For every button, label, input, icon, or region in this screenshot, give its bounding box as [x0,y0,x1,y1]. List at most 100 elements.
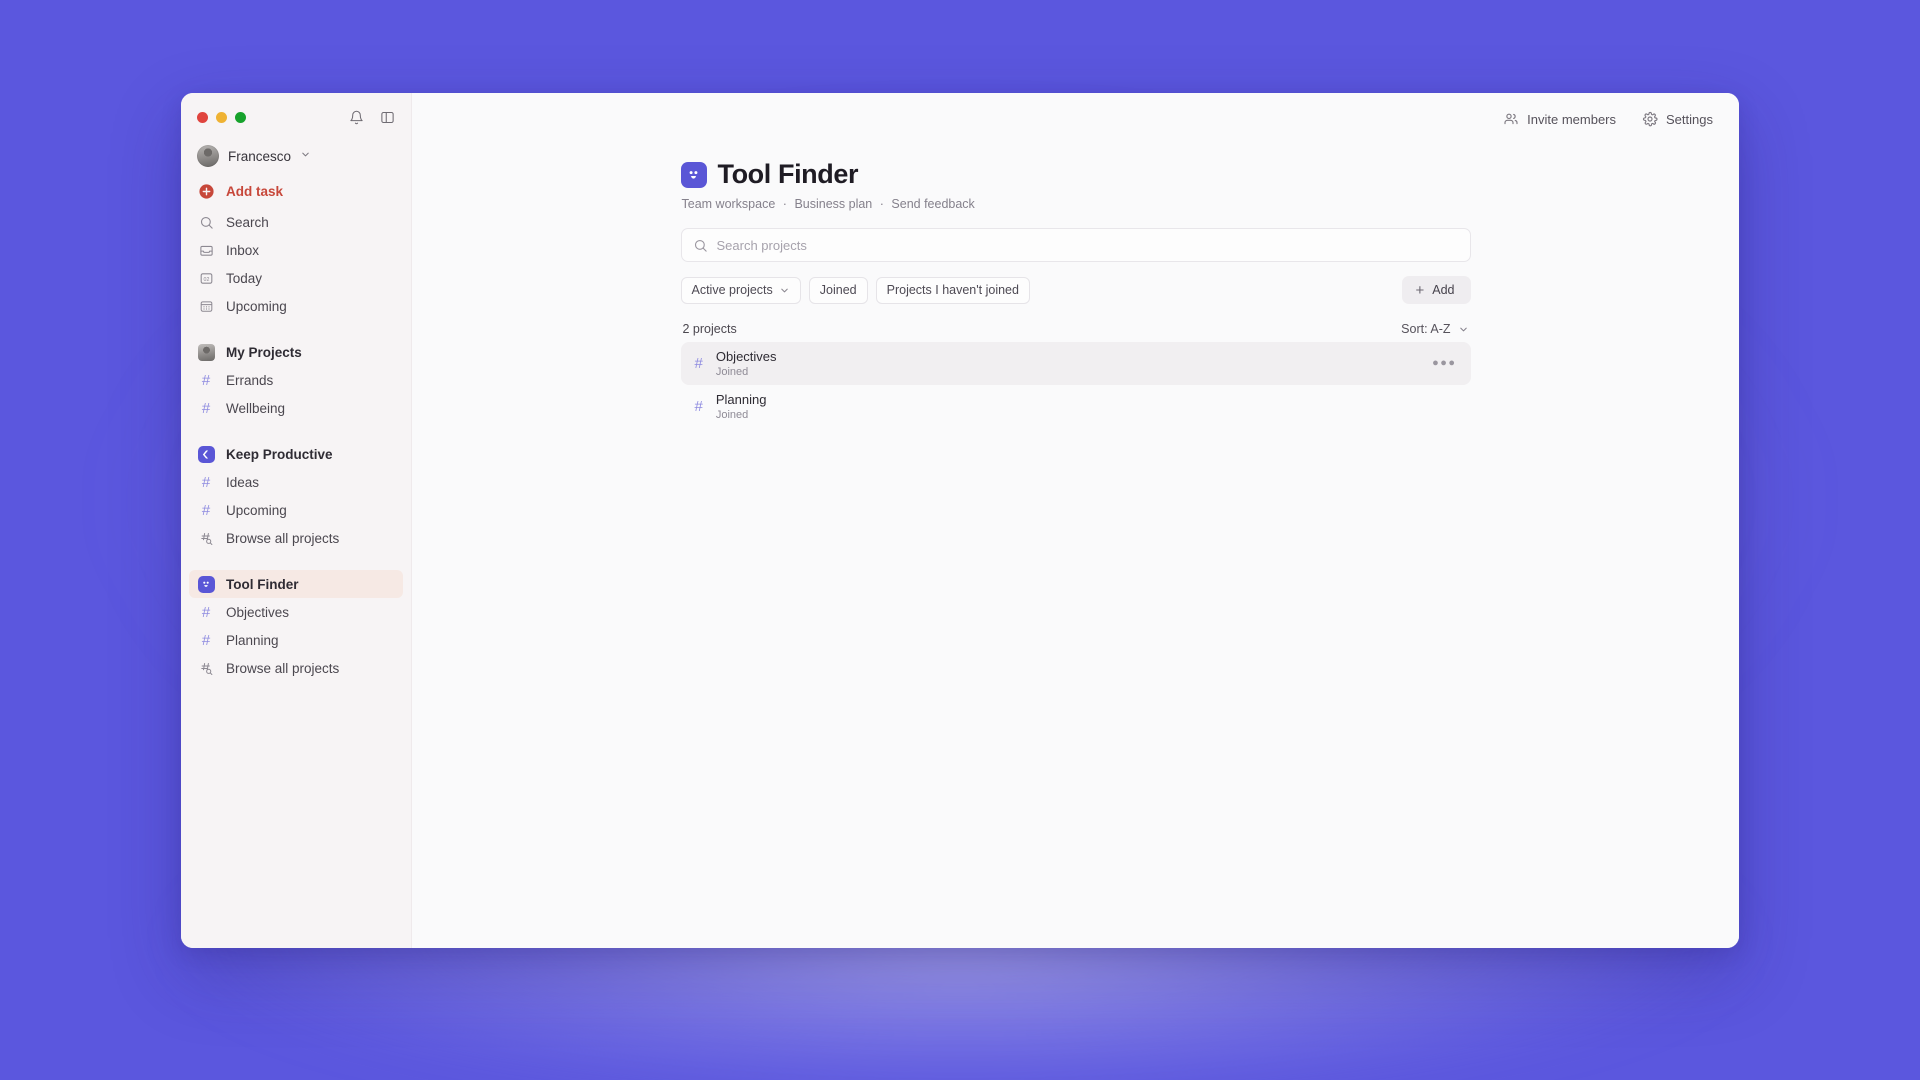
sidebar-item-label: Planning [226,632,279,648]
hash-icon: # [694,398,703,415]
project-name: Planning [715,392,767,407]
keep-productive-app-icon [197,445,215,463]
inbox-icon [197,243,215,258]
chevron-down-icon [1458,324,1469,335]
user-menu[interactable]: Francesco [181,141,411,177]
content-topbar: Invite members Settings [412,93,1739,145]
chevron-down-icon [779,285,790,296]
filter-bar: Active projects Joined Projects I haven'… [680,276,1471,304]
sidebar-item-label: Search [226,214,269,230]
sidebar-item-today[interactable]: 02 Today [189,264,403,292]
content-body: Tool Finder Team workspace · Business pl… [412,145,1739,428]
table-row[interactable]: # Planning Joined [681,385,1471,428]
settings-label: Settings [1666,111,1713,127]
tool-finder-app-icon [680,161,707,188]
plan-label: Business plan [794,197,873,211]
sidebar-item-label: Objectives [226,604,290,620]
window-title-bar [181,93,411,141]
bell-icon[interactable] [349,110,364,125]
sidebar-item-label: Upcoming [226,298,287,314]
workspace-meta: Team workspace · Business plan · Send fe… [682,197,1471,211]
hash-icon: # [201,603,211,621]
sidebar-group-tool-finder[interactable]: Tool Finder [189,570,403,598]
sidebar-item-label: Browse all projects [226,660,340,676]
sidebar-item-label: Ideas [226,474,260,490]
project-list: # Objectives Joined ●●● # Planning Joine… [680,342,1471,428]
sidebar-item-browse-all-projects-kp[interactable]: Browse all projects [189,524,403,552]
more-horizontal-icon[interactable]: ●●● [1432,358,1456,369]
sidebar-item-inbox[interactable]: Inbox [189,236,403,264]
hash-search-icon [197,531,215,546]
sidebar-item-objectives[interactable]: # Objectives [189,598,403,626]
hash-icon: # [201,399,211,417]
table-row[interactable]: # Objectives Joined ●●● [680,342,1471,385]
user-avatar-icon [197,343,215,361]
avatar [197,145,219,167]
calendar-today-icon: 02 [197,271,215,286]
settings-button[interactable]: Settings [1642,111,1713,127]
hash-icon: # [201,501,211,519]
project-name: Objectives [715,349,777,364]
project-status: Joined [715,366,749,378]
sidebar-item-upcoming[interactable]: Upcoming [189,292,403,320]
workspace-type-label: Team workspace [681,197,776,211]
people-icon [1503,111,1519,127]
filter-chip-joined[interactable]: Joined [808,276,868,304]
sidebar-item-label: Wellbeing [226,400,286,416]
search-input[interactable] [716,237,1459,253]
invite-members-button[interactable]: Invite members [1503,111,1616,127]
hash-icon: # [201,473,211,491]
sidebar-item-add-task[interactable]: Add task [189,177,403,205]
svg-text:02: 02 [203,276,209,282]
send-feedback-link[interactable]: Send feedback [891,197,974,211]
sidebar-item-label: Browse all projects [226,530,340,546]
sidebar-item-planning[interactable]: # Planning [189,626,403,654]
sidebar-group-my-projects[interactable]: My Projects [189,338,403,366]
meta-separator: · [879,197,884,211]
hash-search-icon [197,661,215,676]
sidebar-item-wellbeing[interactable]: # Wellbeing [189,394,403,422]
sidebar-item-upcoming-kp[interactable]: # Upcoming [189,496,403,524]
search-projects-box[interactable] [680,228,1471,262]
filter-chip-label: Joined [819,283,857,297]
sidebar-group-label: Keep Productive [226,446,333,462]
maximize-button[interactable] [235,111,246,123]
user-name: Francesco [228,148,292,164]
nav-divider [189,552,403,570]
sidebar-item-label: Errands [226,372,274,388]
calendar-grid-icon [197,299,215,314]
sidebar-item-label: Inbox [226,242,260,258]
filter-chip-active-projects[interactable]: Active projects [680,276,801,304]
sidebar-toggle-icon[interactable] [380,110,395,125]
add-project-button[interactable]: + Add [1402,276,1471,304]
plus-icon: + [1415,281,1425,299]
sidebar-item-label: Upcoming [226,502,287,518]
traffic-lights [197,111,246,123]
close-button[interactable] [197,111,208,123]
sidebar-item-browse-all-projects-tf[interactable]: Browse all projects [189,654,403,682]
plus-circle-icon [197,183,215,200]
filter-chip-label: Active projects [691,283,773,297]
sidebar-nav: Add task Search Inbox 02 Today Upcoming … [181,177,411,682]
nav-divider [189,320,403,338]
filter-chip-label: Projects I haven't joined [886,283,1019,297]
sidebar-group-keep-productive[interactable]: Keep Productive [189,440,403,468]
sidebar-item-errands[interactable]: # Errands [189,366,403,394]
search-icon [197,215,215,230]
sidebar-item-label: Today [226,270,263,286]
sidebar: Francesco Add task Search Inbox 02 Today… [181,93,412,948]
gear-icon [1642,111,1658,127]
sidebar-item-ideas[interactable]: # Ideas [189,468,403,496]
sidebar-item-label: Add task [226,183,284,199]
meta-separator: · [782,197,787,211]
sidebar-item-search[interactable]: Search [189,208,403,236]
project-list-header: 2 projects Sort: A-Z [681,322,1471,336]
sort-control[interactable]: Sort: A-Z [1401,322,1468,336]
sidebar-group-label: My Projects [226,344,302,360]
project-count: 2 projects [682,322,737,336]
page-title: Tool Finder [717,159,859,189]
minimize-button[interactable] [216,111,227,123]
filter-chip-not-joined[interactable]: Projects I haven't joined [875,276,1030,304]
hash-icon: # [201,631,211,649]
app-window: Francesco Add task Search Inbox 02 Today… [181,93,1739,948]
